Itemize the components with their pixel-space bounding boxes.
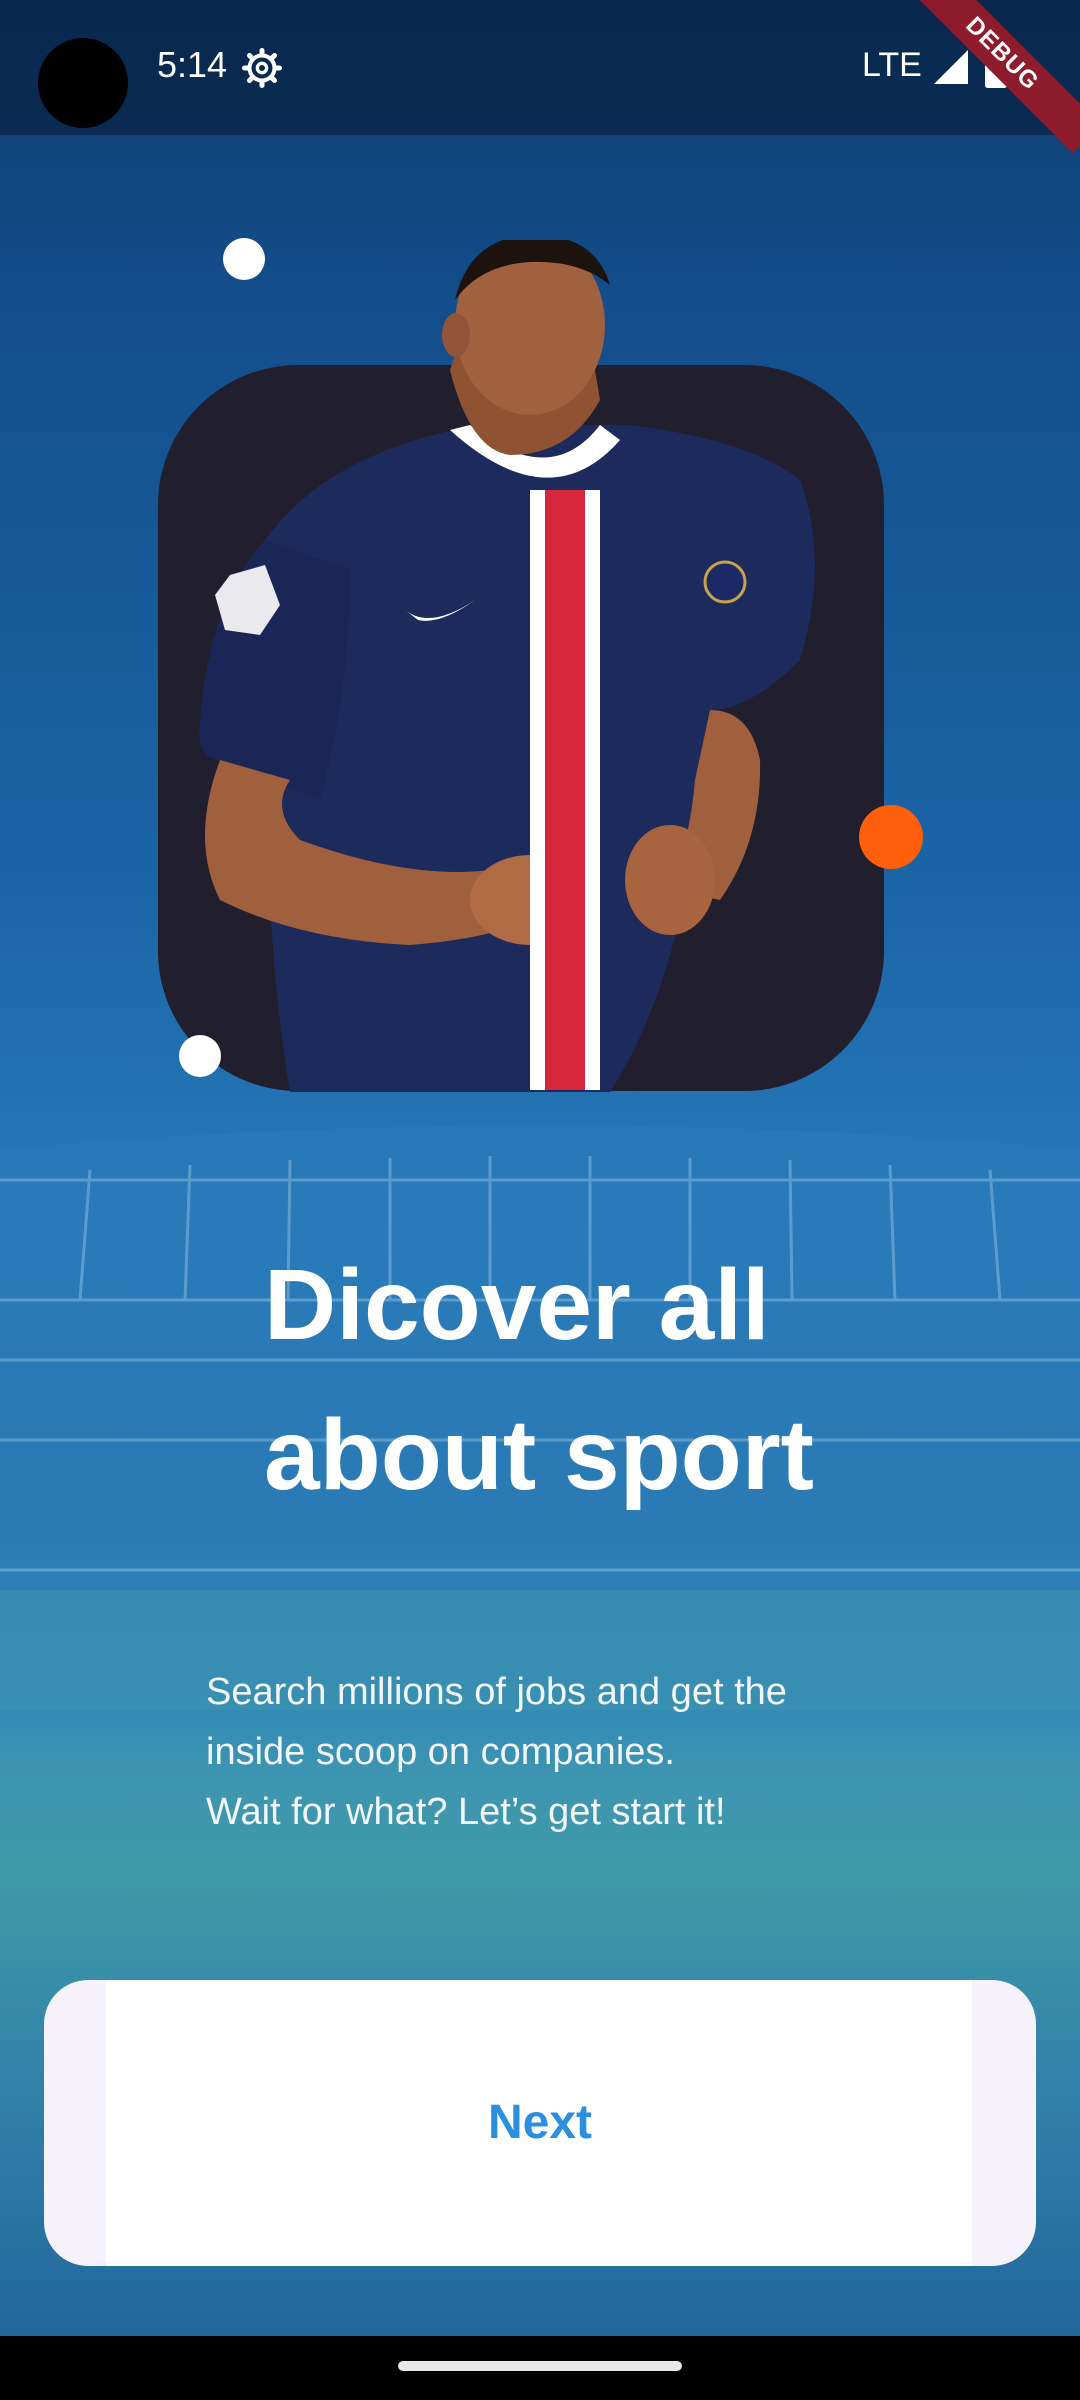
- decorative-dot: [223, 238, 265, 280]
- description-line: inside scoop on companies.: [206, 1731, 675, 1773]
- decorative-dot-orange: [859, 805, 923, 869]
- signal-icon: [934, 50, 968, 84]
- title-line: about sport: [264, 1399, 814, 1511]
- status-time: 5:14: [157, 44, 228, 85]
- settings-gear-icon: [242, 48, 282, 88]
- football-player-image: [199, 240, 816, 1092]
- description-line: Wait for what? Let’s get start it!: [206, 1791, 726, 1833]
- camera-cutout: [38, 38, 128, 128]
- onboarding-title: Dicover all about sport: [264, 1230, 884, 1530]
- status-bar: 5:14 LTE: [0, 0, 1080, 135]
- decorative-dot: [179, 1035, 221, 1077]
- description-line: Search millions of jobs and get the: [206, 1671, 787, 1713]
- next-button-label: Next: [487, 2096, 593, 2149]
- home-indicator[interactable]: [398, 2361, 682, 2371]
- next-button[interactable]: Next: [44, 1980, 1036, 2266]
- network-type: LTE: [862, 46, 922, 84]
- onboarding-screen: 5:14 LTE DEBUG Dicover all about sport S…: [0, 0, 1080, 2400]
- onboarding-description: Search millions of jobs and get the insi…: [206, 1662, 966, 1842]
- title-line: Dicover all: [264, 1249, 770, 1361]
